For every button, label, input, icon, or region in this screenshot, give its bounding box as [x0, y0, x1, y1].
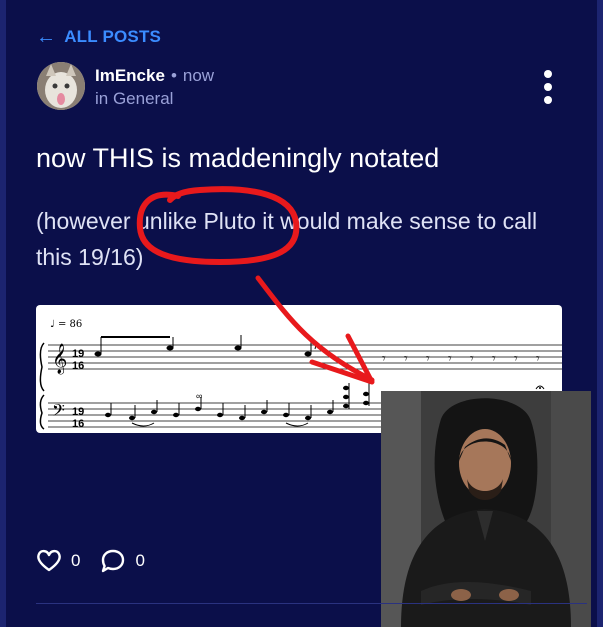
- svg-text:𝄾: 𝄾: [492, 351, 496, 367]
- avatar-image: [37, 62, 85, 110]
- overlay-person-photo: [381, 391, 591, 627]
- svg-text:𝄞: 𝄞: [52, 343, 67, 375]
- svg-text:16: 16: [72, 418, 84, 430]
- svg-text:𝄾: 𝄾: [470, 351, 474, 367]
- tempo-marking: = 86: [58, 319, 82, 330]
- author-name[interactable]: ImEncke: [95, 66, 165, 85]
- svg-text:19: 19: [72, 348, 84, 360]
- arrow-left-icon: ←: [36, 26, 57, 48]
- menu-dot: [544, 96, 552, 104]
- heart-icon: [37, 549, 61, 572]
- svg-text:𝄾: 𝄾: [514, 351, 518, 367]
- frame-edge: [0, 0, 6, 627]
- svg-text:16: 16: [72, 360, 84, 372]
- post-reactions: 0 0: [36, 548, 145, 574]
- post-timestamp: now: [182, 66, 215, 85]
- svg-text:𝄾: 𝄾: [382, 351, 386, 367]
- avatar[interactable]: [37, 62, 85, 110]
- back-link-label: ALL POSTS: [64, 27, 162, 46]
- menu-dot: [544, 83, 552, 91]
- comment-button[interactable]: 0: [100, 548, 145, 574]
- separator-dot: •: [170, 66, 177, 85]
- post-category[interactable]: in General: [95, 89, 173, 109]
- like-count: 0: [71, 551, 81, 570]
- frame-edge: [597, 0, 603, 627]
- svg-text:𝄾: 𝄾: [536, 351, 540, 367]
- divider: [36, 603, 587, 604]
- person-photo: [381, 391, 591, 627]
- svg-text:♩: ♩: [50, 319, 55, 330]
- comment-count: 0: [135, 551, 145, 570]
- svg-text:19: 19: [72, 406, 84, 418]
- svg-text:𝄢: 𝄢: [52, 400, 65, 424]
- svg-text:𝄾: 𝄾: [426, 351, 430, 367]
- author-line: ImEncke • now: [95, 66, 214, 86]
- post-body: (however unlike Pluto it would make sens…: [36, 208, 538, 270]
- more-options-icon[interactable]: [540, 70, 556, 104]
- like-button[interactable]: 0: [36, 549, 80, 573]
- svg-text:𝄾: 𝄾: [404, 351, 408, 367]
- svg-text:𝄾: 𝄾: [448, 351, 452, 367]
- svg-text:∞: ∞: [196, 391, 202, 401]
- menu-dot: [544, 70, 552, 78]
- all-posts-back-link[interactable]: ← ALL POSTS: [36, 27, 161, 47]
- comment-icon: [102, 549, 125, 573]
- post-title: now THIS is maddeningly notated: [36, 143, 440, 173]
